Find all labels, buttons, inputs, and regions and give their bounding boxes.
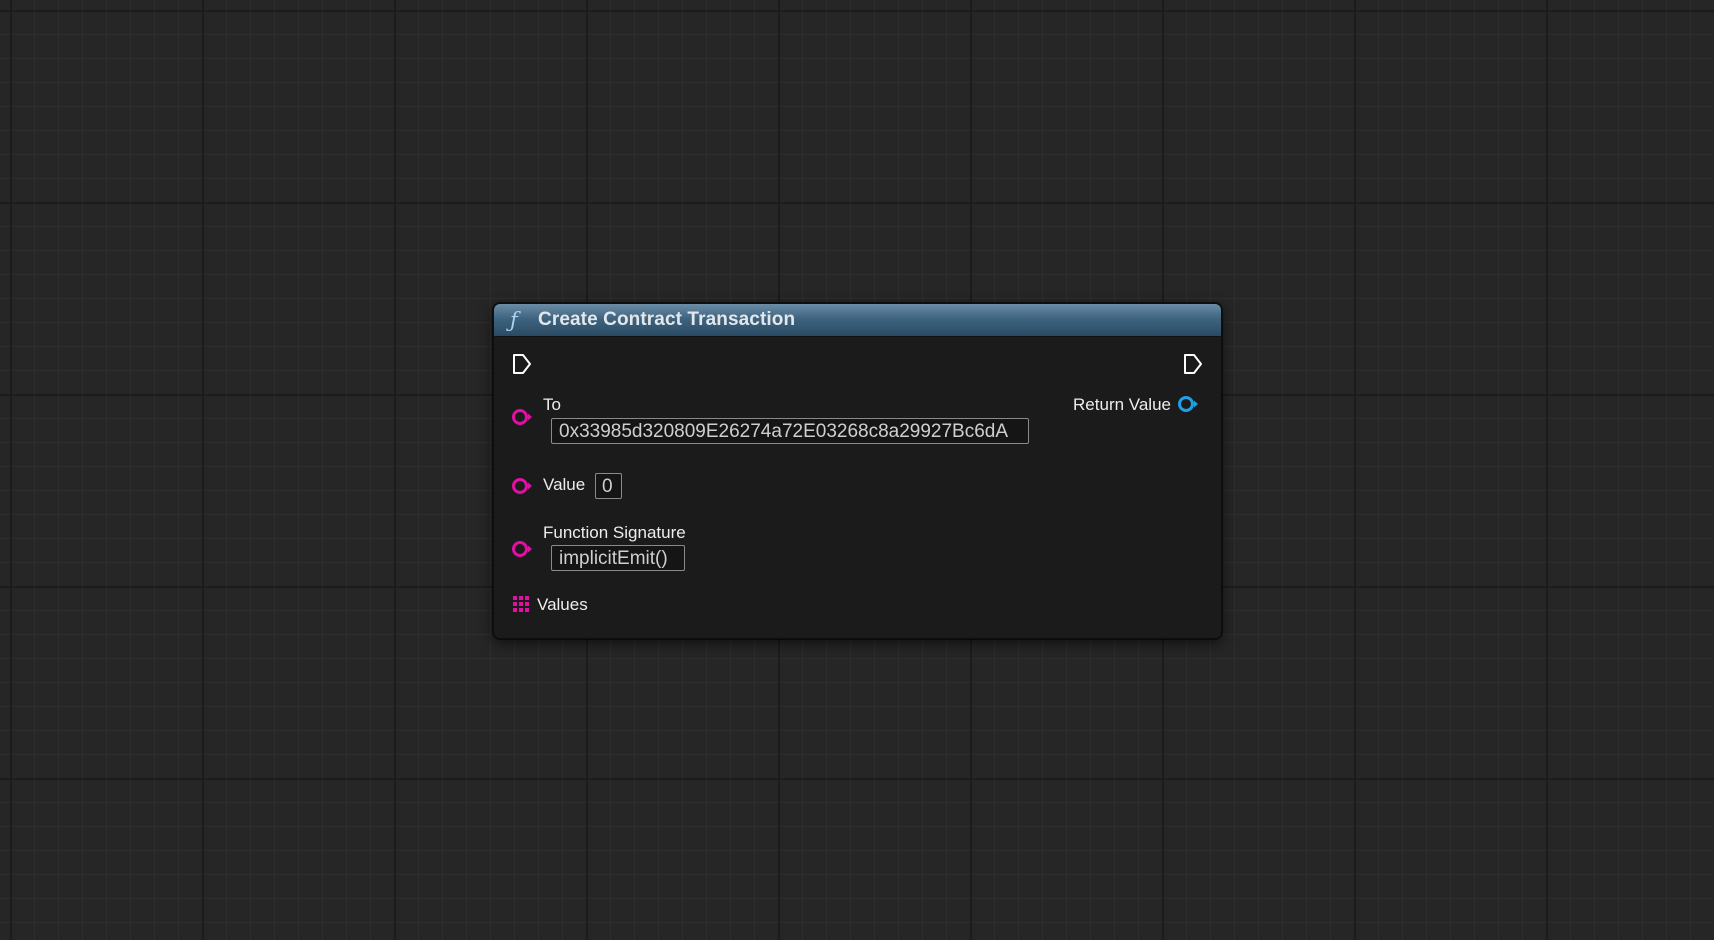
node-header[interactable]: ƒ Create Contract Transaction xyxy=(494,304,1221,337)
to-label: To xyxy=(543,395,561,414)
to-address-field[interactable]: 0x33985d320809E26274a72E03268c8a29927Bc6… xyxy=(551,418,1029,444)
values-label: Values xyxy=(537,595,588,614)
create-contract-transaction-node[interactable]: ƒ Create Contract Transaction To 0x33985… xyxy=(493,303,1222,639)
exec-output-pin-icon[interactable] xyxy=(1182,353,1204,375)
function-icon: ƒ xyxy=(510,307,518,332)
to-pin-icon[interactable] xyxy=(511,408,535,426)
value-pin-icon[interactable] xyxy=(511,477,535,495)
node-body: To 0x33985d320809E26274a72E03268c8a29927… xyxy=(494,337,1221,637)
function-signature-pin-icon[interactable] xyxy=(511,540,535,558)
value-field[interactable]: 0 xyxy=(595,473,622,499)
values-array-pin-icon[interactable] xyxy=(513,596,531,614)
function-signature-label: Function Signature xyxy=(543,523,686,542)
graph-canvas[interactable]: ƒ Create Contract Transaction To 0x33985… xyxy=(0,0,1714,940)
return-value-pin-icon[interactable] xyxy=(1177,395,1201,413)
value-label: Value xyxy=(543,475,586,494)
return-value-label: Return Value xyxy=(1073,395,1171,414)
node-title: Create Contract Transaction xyxy=(538,309,796,330)
function-signature-field[interactable]: implicitEmit() xyxy=(551,545,685,571)
exec-input-pin-icon[interactable] xyxy=(511,353,533,375)
